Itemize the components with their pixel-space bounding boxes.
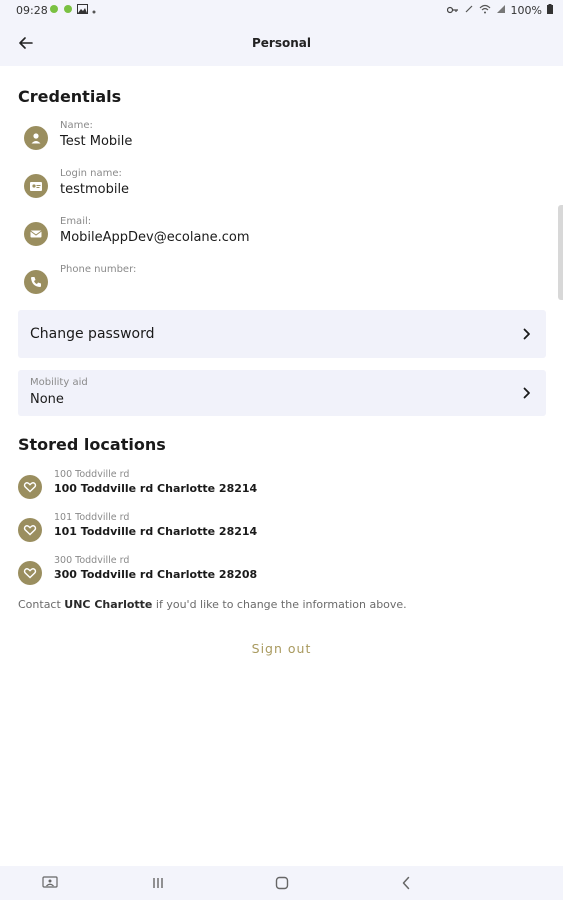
name-row: Name: Test Mobile (18, 120, 538, 160)
chevron-right-icon (520, 327, 534, 341)
status-bar: 09:28 100% (0, 0, 563, 20)
email-value: MobileAppDev@ecolane.com (60, 230, 250, 245)
stored-locations-heading: Stored locations (18, 435, 166, 454)
name-value: Test Mobile (60, 134, 133, 149)
keyboard-icon[interactable] (41, 874, 59, 892)
location-address: 100 Toddville rd Charlotte 28214 (54, 482, 258, 495)
location-item[interactable]: 300 Toddville rd 300 Toddville rd Charlo… (18, 555, 538, 589)
battery-icon (547, 4, 553, 17)
back-nav-icon[interactable] (397, 874, 415, 892)
id-card-icon (24, 174, 48, 198)
envelope-icon (24, 222, 48, 246)
key-icon (446, 4, 459, 17)
status-time: 09:28 (16, 4, 48, 17)
wifi-icon (479, 4, 491, 17)
android-icon (63, 4, 73, 17)
email-row: Email: MobileAppDev@ecolane.com (18, 216, 538, 256)
chevron-right-icon (520, 386, 534, 400)
credentials-heading: Credentials (18, 87, 122, 106)
app-bar: Personal (0, 20, 563, 66)
home-icon[interactable] (273, 874, 291, 892)
person-icon (24, 126, 48, 150)
login-row: Login name: testmobile (18, 168, 538, 208)
login-label: Login name: (60, 168, 122, 179)
heart-icon (18, 561, 42, 585)
phone-row: Phone number: (18, 264, 538, 304)
sign-out-button[interactable]: Sign out (0, 641, 563, 656)
contact-note: Contact UNC Charlotte if you'd like to c… (18, 598, 407, 611)
signal-icon (496, 4, 506, 17)
notification-icons (49, 4, 96, 17)
page-title: Personal (252, 36, 311, 50)
change-password-button[interactable]: Change password (18, 310, 546, 358)
location-address: 300 Toddville rd Charlotte 28208 (54, 568, 258, 581)
phone-icon (24, 270, 48, 294)
edge-panel-handle[interactable] (558, 205, 563, 300)
mobility-aid-value: None (30, 392, 64, 407)
location-name: 101 Toddville rd (54, 512, 130, 523)
android-icon (49, 4, 59, 17)
email-label: Email: (60, 216, 92, 227)
system-icons: 100% (446, 4, 553, 17)
mobility-aid-label: Mobility aid (30, 377, 88, 388)
contact-suffix: if you'd like to change the information … (152, 598, 407, 611)
location-item[interactable]: 100 Toddville rd 100 Toddville rd Charlo… (18, 469, 538, 503)
heart-icon (18, 518, 42, 542)
mute-icon (464, 4, 474, 17)
name-label: Name: (60, 120, 93, 131)
recent-apps-icon[interactable] (149, 874, 167, 892)
heart-icon (18, 475, 42, 499)
phone-label: Phone number: (60, 264, 137, 275)
location-item[interactable]: 101 Toddville rd 101 Toddville rd Charlo… (18, 512, 538, 546)
battery-level: 100% (510, 4, 542, 17)
contact-org: UNC Charlotte (64, 598, 153, 611)
location-name: 300 Toddville rd (54, 555, 130, 566)
image-notification-icon (77, 4, 88, 17)
change-password-label: Change password (30, 326, 155, 342)
location-address: 101 Toddville rd Charlotte 28214 (54, 525, 258, 538)
mobility-aid-selector[interactable]: Mobility aid None (18, 370, 546, 416)
location-name: 100 Toddville rd (54, 469, 130, 480)
dot-icon (92, 4, 96, 17)
contact-prefix: Contact (18, 598, 65, 611)
login-value: testmobile (60, 182, 130, 197)
system-nav-bar (0, 866, 563, 900)
